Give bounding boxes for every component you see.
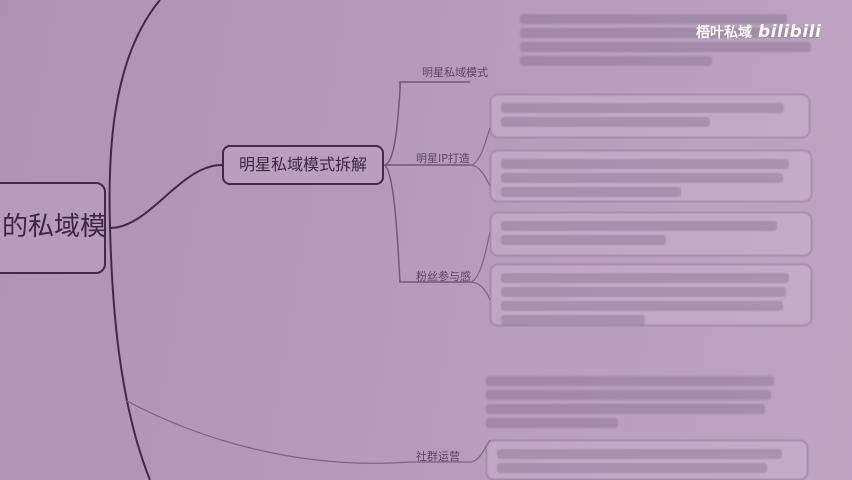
branch-label-fans[interactable]: 粉丝参与感	[416, 268, 471, 284]
root-node[interactable]: 的私域模	[0, 182, 106, 274]
main-topic-node[interactable]: 明星私域模式拆解	[222, 145, 384, 185]
branch-label-ip[interactable]: 明星IP打造	[416, 150, 470, 166]
watermark-text: 梧叶私域	[696, 25, 752, 41]
paragraph-lower-1	[486, 372, 786, 430]
edge-fans-boxes	[469, 231, 491, 301]
bilibili-logo: bilibili	[758, 22, 822, 42]
paragraph-model	[520, 10, 830, 82]
paragraph-box-fans-2	[490, 264, 812, 326]
branch-label-model[interactable]: 明星私域模式	[422, 64, 488, 80]
root-node-label: 的私域模	[2, 212, 107, 242]
edge-main-fans	[383, 164, 470, 283]
watermark: 梧叶私域 bilibili	[696, 22, 821, 42]
paragraph-box-fans-1	[490, 212, 812, 256]
paragraph-box-ip-1	[490, 94, 810, 138]
edge-ip-boxes	[469, 127, 491, 187]
edge-root-main	[109, 164, 223, 229]
root-trunk	[108, 0, 161, 480]
branch-label-community[interactable]: 社群运营	[416, 448, 460, 464]
paragraph-box-ip-2	[490, 150, 812, 202]
paragraph-box-community	[486, 440, 808, 480]
